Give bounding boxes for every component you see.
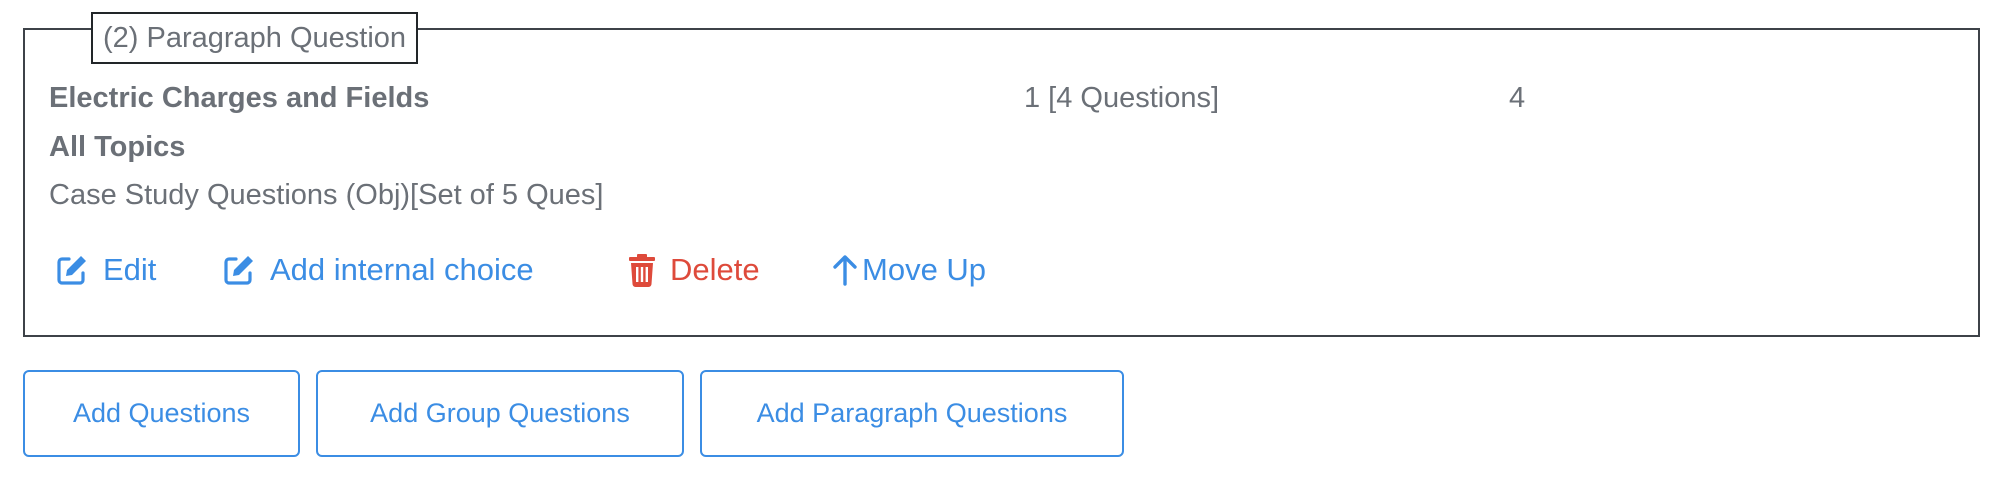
add-internal-choice-link[interactable]: Add internal choice [222, 250, 534, 290]
question-count: 1 [4 Questions] [1024, 82, 1220, 114]
section-legend: (2) Paragraph Question [91, 12, 419, 64]
edit-link[interactable]: Edit [55, 250, 156, 290]
add-questions-button[interactable]: Add Questions [23, 370, 300, 457]
edit-icon [224, 256, 253, 285]
move-up-link[interactable]: Move Up [832, 250, 986, 290]
add-paragraph-questions-button[interactable]: Add Paragraph Questions [700, 370, 1124, 457]
add-internal-choice-label: Add internal choice [270, 252, 534, 287]
move-up-label: Move Up [862, 252, 987, 287]
arrow-up-icon [833, 255, 857, 286]
delete-link[interactable]: Delete [628, 250, 760, 290]
marks-value: 4 [1509, 82, 1526, 114]
delete-label: Delete [670, 252, 760, 287]
edit-icon [57, 256, 86, 285]
add-group-questions-button[interactable]: Add Group Questions [316, 370, 684, 457]
trash-icon [629, 254, 655, 287]
topics-label: All Topics [49, 131, 186, 163]
page: (2) Paragraph Question Electric Charges … [0, 0, 1998, 484]
question-type-label: Case Study Questions (Obj)[Set of 5 Ques… [49, 179, 604, 211]
edit-label: Edit [103, 252, 157, 287]
chapter-name: Electric Charges and Fields [49, 82, 430, 114]
